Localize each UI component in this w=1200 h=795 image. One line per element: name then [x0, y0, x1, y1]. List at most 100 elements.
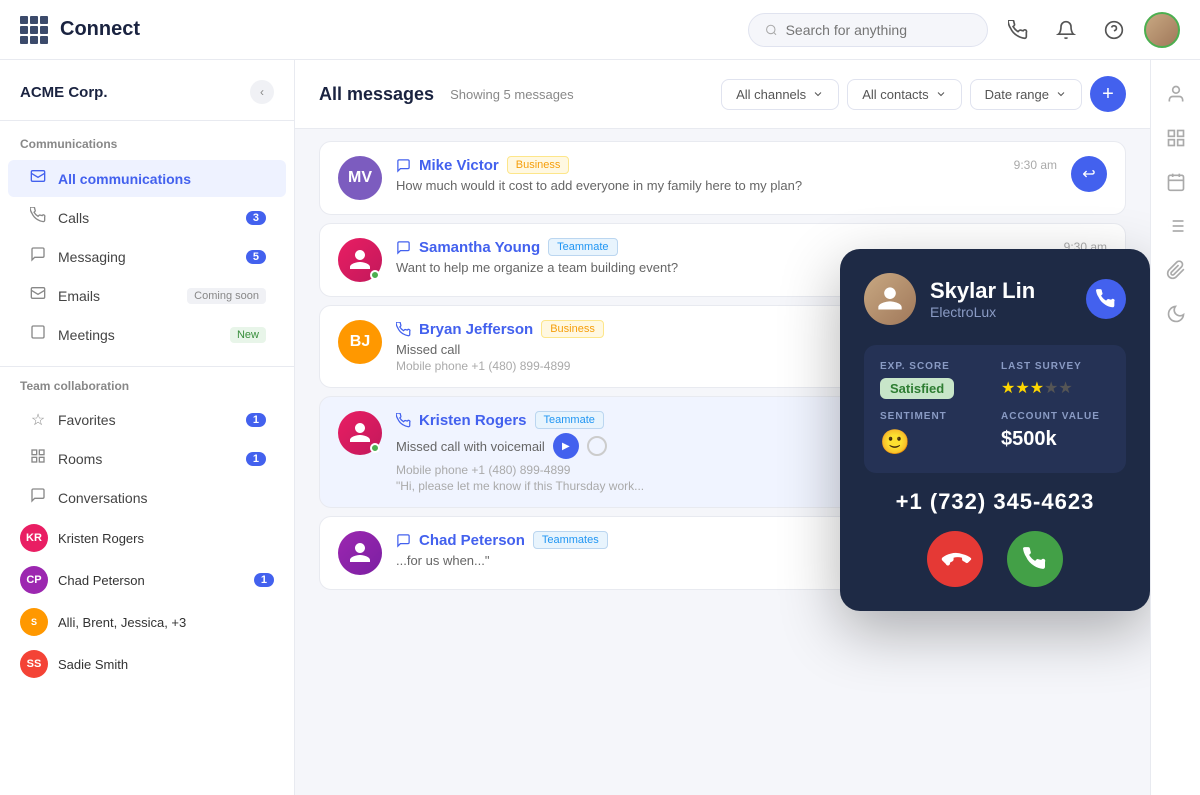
sidebar-item-messaging[interactable]: Messaging 5	[8, 238, 286, 275]
account-value-section: ACCOUNT VALUE $500k	[1001, 411, 1110, 457]
msg-avatar-bryan: BJ	[338, 320, 382, 364]
conv-item-group[interactable]: S Alli, Brent, Jessica, +3	[0, 601, 294, 643]
all-communications-label: All communications	[58, 171, 266, 187]
favorites-badge: 1	[246, 413, 266, 427]
bell-nav-icon[interactable]	[1048, 12, 1084, 48]
grid-menu-icon[interactable]	[20, 16, 48, 44]
main-layout: ACME Corp. ‹ Communications All communic…	[0, 60, 1200, 795]
exp-score-value: Satisfied	[880, 378, 954, 399]
help-nav-icon[interactable]	[1096, 12, 1132, 48]
rooms-icon	[28, 448, 48, 469]
collapse-button[interactable]: ‹	[250, 80, 274, 104]
conv-avatar-sadie: SS	[20, 650, 48, 678]
search-bar[interactable]	[748, 13, 988, 47]
rail-attachment-icon[interactable]	[1158, 252, 1194, 288]
favorites-label: Favorites	[58, 412, 236, 428]
call-card-info: Skylar Lin ElectroLux	[930, 278, 1035, 320]
msg-name-mike: Mike Victor	[419, 157, 499, 174]
conversations-icon	[28, 487, 48, 508]
decline-call-button[interactable]	[927, 531, 983, 587]
conversations-label: Conversations	[58, 490, 266, 506]
all-contacts-filter[interactable]: All contacts	[847, 79, 961, 110]
voicemail-circle-icon	[587, 436, 607, 456]
conv-item-sadie[interactable]: SS Sadie Smith	[0, 643, 294, 685]
account-value: $500k	[1001, 428, 1110, 451]
sidebar-item-emails[interactable]: Emails Coming soon	[8, 277, 286, 314]
meetings-label: Meetings	[58, 327, 220, 343]
icon-rail	[1150, 60, 1200, 795]
call-card-header: Skylar Lin ElectroLux	[864, 273, 1126, 325]
conv-badge-chad: 1	[254, 573, 274, 587]
conv-name-chad: Chad Peterson	[58, 573, 244, 588]
conv-avatar-group: S	[20, 608, 48, 636]
message-card-mike-victor[interactable]: MV Mike Victor Business 9:30 am How much…	[319, 141, 1126, 215]
sentiment-emoji: 🙂	[880, 428, 989, 457]
conv-item-chad[interactable]: CP Chad Peterson 1	[0, 559, 294, 601]
contacts-chevron-icon	[935, 88, 947, 100]
conv-name-sadie: Sadie Smith	[58, 657, 274, 672]
call-card: Skylar Lin ElectroLux EXP. SCORE Satisfi…	[840, 249, 1150, 611]
sidebar-item-all-communications[interactable]: All communications	[8, 160, 286, 197]
conv-name-kristen: Kristen Rogers	[58, 531, 274, 546]
reply-button-mike[interactable]: ↩	[1071, 156, 1107, 192]
survey-stars: ★★★★★	[1001, 378, 1110, 398]
calls-badge: 3	[246, 211, 266, 225]
avatar-wrap-samantha	[338, 238, 382, 282]
call-actions	[864, 531, 1126, 587]
account-value-label: ACCOUNT VALUE	[1001, 411, 1110, 422]
msg-preview-kristen: Missed call with voicemail	[396, 439, 545, 454]
msg-name-bryan: Bryan Jefferson	[419, 321, 533, 338]
search-icon	[765, 23, 778, 37]
msg-tag-mike: Business	[507, 156, 570, 174]
msg-avatar-chad	[338, 531, 382, 575]
search-input[interactable]	[786, 22, 971, 38]
call-name: Skylar Lin	[930, 278, 1035, 304]
sidebar-conversations-header: Conversations	[8, 479, 286, 516]
team-section-label: Team collaboration	[0, 379, 294, 401]
sidebar-item-favorites[interactable]: ☆ Favorites 1	[8, 402, 286, 438]
last-survey-section: LAST SURVEY ★★★★★	[1001, 361, 1110, 399]
messages-title: All messages	[319, 84, 434, 105]
all-communications-icon	[28, 168, 48, 189]
rail-moon-icon[interactable]	[1158, 296, 1194, 332]
org-header: ACME Corp. ‹	[0, 80, 294, 121]
sidebar-item-calls[interactable]: Calls 3	[8, 199, 286, 236]
rail-calendar-icon[interactable]	[1158, 164, 1194, 200]
message-type-icon-samantha	[396, 240, 411, 255]
rooms-badge: 1	[246, 452, 266, 466]
add-message-button[interactable]: +	[1090, 76, 1126, 112]
all-channels-filter[interactable]: All channels	[721, 79, 839, 110]
play-voicemail-button[interactable]: ▶	[553, 433, 579, 459]
sidebar-item-meetings[interactable]: Meetings New	[8, 316, 286, 353]
sentiment-section: SENTIMENT 🙂	[880, 411, 989, 457]
messages-header: All messages Showing 5 messages All chan…	[295, 60, 1150, 129]
rail-grid-icon[interactable]	[1158, 120, 1194, 156]
rail-contacts-icon[interactable]	[1158, 76, 1194, 112]
sidebar-item-rooms[interactable]: Rooms 1	[8, 440, 286, 477]
call-type-icon-bryan	[396, 322, 411, 337]
rooms-label: Rooms	[58, 451, 236, 467]
top-nav: Connect	[0, 0, 1200, 60]
user-avatar[interactable]	[1144, 12, 1180, 48]
header-filters: All channels All contacts Date range +	[721, 76, 1126, 112]
conv-avatar-chad: CP	[20, 566, 48, 594]
date-chevron-icon	[1055, 88, 1067, 100]
msg-tag-chad: Teammates	[533, 531, 608, 549]
exp-score-section: EXP. SCORE Satisfied	[880, 361, 989, 399]
messaging-badge: 5	[246, 250, 266, 264]
online-indicator-kristen	[370, 443, 380, 453]
date-range-filter[interactable]: Date range	[970, 79, 1082, 110]
message-list: MV Mike Victor Business 9:30 am How much…	[295, 129, 1150, 795]
last-survey-label: LAST SURVEY	[1001, 361, 1110, 372]
messaging-label: Messaging	[58, 249, 236, 265]
showing-text: Showing 5 messages	[450, 87, 574, 102]
msg-name-samantha: Samantha Young	[419, 239, 540, 256]
calls-icon	[28, 207, 48, 228]
phone-nav-icon[interactable]	[1000, 12, 1036, 48]
accept-call-button[interactable]	[1007, 531, 1063, 587]
rail-list-icon[interactable]	[1158, 208, 1194, 244]
conv-item-kristen[interactable]: KR Kristen Rogers	[0, 517, 294, 559]
calls-label: Calls	[58, 210, 236, 226]
msg-tag-bryan: Business	[541, 320, 604, 338]
call-stats: EXP. SCORE Satisfied LAST SURVEY ★★★★★ S…	[864, 345, 1126, 473]
